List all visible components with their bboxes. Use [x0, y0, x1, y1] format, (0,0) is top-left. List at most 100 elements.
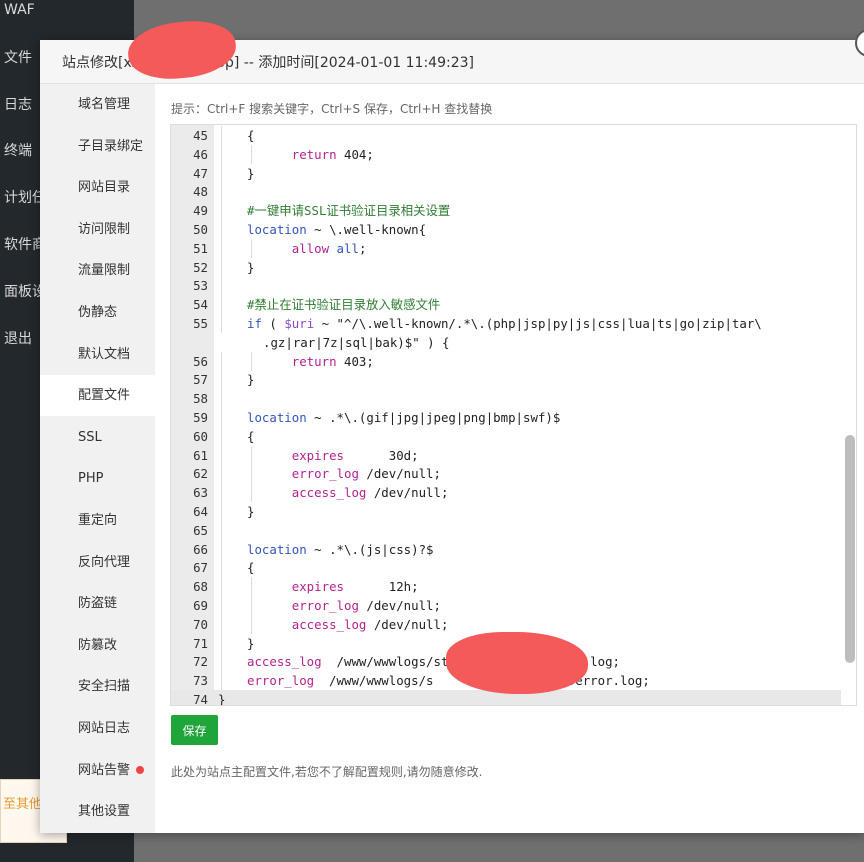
indent-guide: [221, 577, 222, 597]
menu-item[interactable]: 反向代理: [40, 542, 155, 583]
menu-item-label: 防篡改: [78, 637, 118, 653]
indent-guide: [221, 295, 222, 315]
indent-guide: [221, 596, 222, 615]
menu-item-label: 默认文档: [78, 346, 131, 362]
menu-item-label: 配置文件: [78, 388, 131, 404]
menu-item[interactable]: 域名管理: [40, 84, 155, 125]
editor-scrollbar-thumb[interactable]: [845, 435, 855, 663]
code-line: 70 access_log /dev/null;: [171, 614, 841, 634]
code-line: 52}: [171, 257, 841, 277]
line-number: 66: [193, 541, 208, 557]
indent-guide: [221, 558, 222, 578]
code-line: 64}: [171, 502, 841, 521]
code-line: 56 return 403;: [171, 351, 841, 371]
indent-guide: [221, 351, 222, 371]
line-code: }: [247, 165, 255, 181]
line-number: 70: [193, 616, 208, 632]
indent-guide: [221, 163, 222, 183]
site-settings-menu: 域名管理子目录绑定网站目录访问限制 流量限制伪静态默认文档配置文件 SSL PHP 重定…: [40, 84, 155, 833]
indent-guide: [221, 389, 222, 409]
menu-item-label: 域名管理: [78, 97, 131, 112]
code-line: 67 {: [171, 558, 841, 578]
line-code: expires 30d;: [291, 447, 419, 463]
menu-item[interactable]: 访问限制: [40, 209, 155, 250]
modal-title: 站点修改[xxxxxxxxea.top] -- 添加时间[2024-01-01 …: [62, 55, 474, 71]
line-number: 59: [193, 410, 208, 425]
line-code: error_log /dev/null;: [291, 466, 441, 482]
line-code: #禁止在证书验证目录放入敏感文件: [247, 297, 441, 313]
code-line: .gz|rar|7z|sql|bak)$" ) {: [171, 333, 841, 352]
menu-item[interactable]: 其他设置: [40, 791, 155, 832]
menu-item[interactable]: 网站告警: [40, 750, 155, 791]
editor-hint: 提示：Ctrl+F 搜索关键字，Ctrl+S 保存，Ctrl+H 查找替换: [171, 102, 493, 116]
config-editor[interactable]: 45{46 return 404; 47} 48 49 #一键申请SSL证书验证目录相关…: [170, 124, 857, 706]
line-code: location ~ .*\.(gif|jpg|jpeg|png|bmp|swf…: [247, 410, 561, 425]
menu-item[interactable]: 流量限制: [40, 250, 155, 291]
line-code: access_log /dev/null;: [291, 616, 449, 632]
line-number: 51: [193, 240, 208, 256]
code-line: 50 location ~ \.well-known{: [171, 220, 841, 239]
line-number: 60: [193, 428, 208, 444]
editor-scrollbar[interactable]: [845, 85, 855, 663]
line-number: 45: [193, 128, 208, 143]
line-number: 48: [193, 184, 208, 200]
line-code: #一键申请SSL证书验证目录相关设置: [247, 203, 451, 219]
line-code: }: [247, 504, 255, 519]
indent-guide: [221, 238, 222, 258]
line-code: error_log /dev/null;: [291, 598, 441, 613]
menu-item[interactable]: 防篡改: [40, 625, 155, 666]
code-line: 53: [171, 276, 841, 296]
line-number: 53: [193, 278, 208, 294]
code-line: 60 {: [171, 426, 841, 446]
code-line: 51 allow all;: [171, 238, 841, 258]
menu-item[interactable]: 安全扫描: [40, 666, 155, 707]
menu-item[interactable]: 防盗链: [40, 583, 155, 624]
background-nav-item: 终端: [4, 143, 32, 159]
menu-item[interactable]: 重定向: [40, 500, 155, 541]
menu-item[interactable]: SSL: [40, 417, 155, 458]
code-line: 45 {: [171, 126, 841, 145]
line-number: 47: [193, 165, 208, 181]
line-code: expires 12h;: [291, 579, 419, 595]
line-number: 58: [193, 391, 208, 407]
menu-item-label: 伪静态: [78, 305, 118, 320]
line-number: 71: [193, 635, 208, 651]
line-number: 55: [193, 316, 208, 331]
indent-guide: [221, 370, 222, 390]
line-code: .gz|rar|7z|sql|bak)$" ) {: [263, 334, 450, 350]
menu-item-label: 网站日志: [78, 721, 131, 736]
menu-item[interactable]: 子目录绑定: [40, 126, 155, 167]
menu-item-label: 网站目录: [78, 180, 131, 196]
code-line: 55 if ( $uri ~ "^/\.well-known/.*\.(php|j…: [171, 314, 841, 333]
line-number: 72: [193, 654, 208, 670]
indent-guide: [221, 126, 222, 145]
line-code: }: [247, 372, 255, 388]
line-number: 49: [193, 203, 208, 219]
code-line: 69 error_log /dev/null;: [171, 596, 841, 615]
menu-item[interactable]: 网站目录: [40, 167, 155, 208]
indent-guide: [221, 445, 222, 465]
indent-guide: [221, 652, 222, 672]
menu-item[interactable]: 伪静态: [40, 292, 155, 333]
line-number: 46: [193, 146, 208, 162]
indent-guide: [221, 276, 222, 296]
menu-item[interactable]: PHP: [40, 458, 155, 499]
line-code: }: [247, 635, 255, 651]
indent-guide: [221, 633, 222, 653]
indent-guide: [221, 671, 222, 691]
indent-guide: [221, 464, 222, 484]
line-number: 73: [193, 673, 208, 689]
line-code: error_log /www/wwwlogs/s a.top.error.log…: [247, 673, 650, 689]
save-button[interactable]: 保存: [171, 715, 218, 745]
line-code: location ~ .*\.(js|css)?$: [247, 541, 434, 557]
menu-item[interactable]: 网站日志: [40, 708, 155, 749]
config-footnote: 此处为站点主配置文件,若您不了解配置规则,请勿随意修改.: [171, 765, 483, 779]
menu-item[interactable]: 默认文档: [40, 334, 155, 375]
indent-guide: [221, 201, 222, 221]
line-code: return 403;: [291, 353, 374, 369]
line-number: 52: [193, 259, 208, 275]
menu-item[interactable]: 配置文件: [40, 375, 155, 417]
background-nav-item: 日志: [4, 97, 32, 113]
site-settings-modal: 站点修改[xxxxxxxxea.top] -- 添加时间[2024-01-01 …: [40, 17, 864, 833]
code-line: 58: [171, 389, 841, 409]
